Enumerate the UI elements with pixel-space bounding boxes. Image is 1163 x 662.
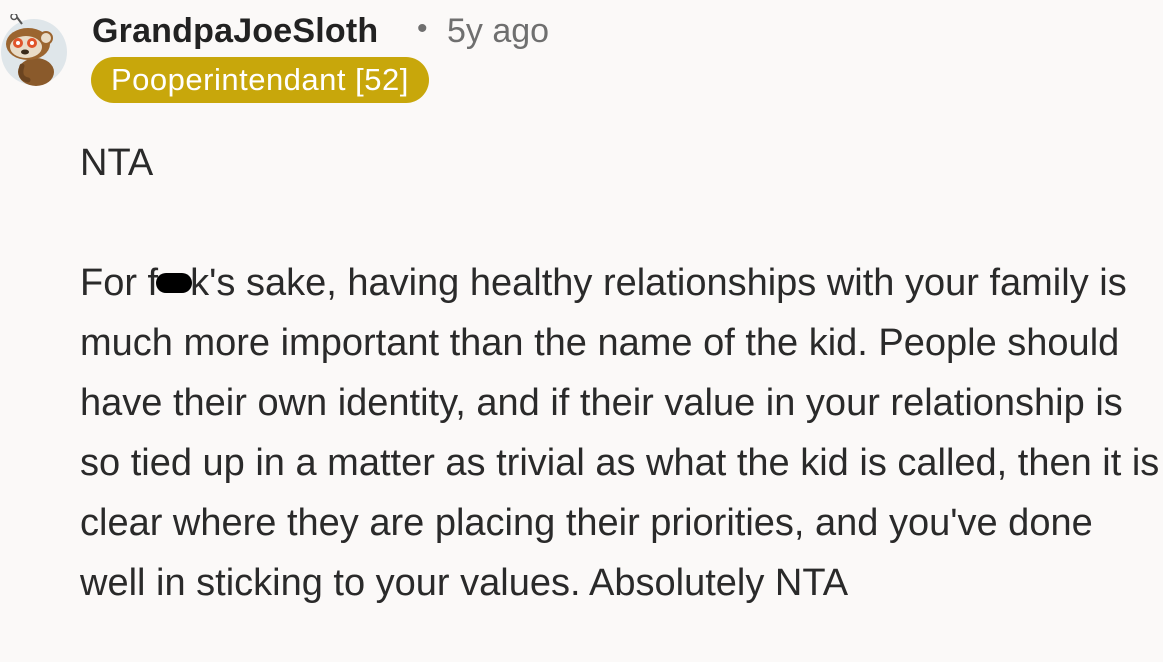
author-username[interactable]: GrandpaJoeSloth xyxy=(92,12,378,51)
sloth-avatar-icon xyxy=(1,12,67,86)
comment-paragraph: For f k's sake, having healthy relationsh… xyxy=(80,253,1160,613)
comment-paragraph: NTA xyxy=(80,142,154,184)
avatar[interactable] xyxy=(0,12,68,86)
comment-timestamp[interactable]: 5y ago xyxy=(447,12,549,51)
user-flair-badge: Pooperintendant [52] xyxy=(91,57,429,103)
comment: GrandpaJoeSloth • 5y ago Pooperintendant… xyxy=(0,0,1163,662)
comment-text-prefix: For f xyxy=(80,262,159,304)
comment-text-suffix: k's sake, having healthy relationships w… xyxy=(80,262,1160,604)
meta-separator: • xyxy=(417,12,428,45)
censor-bar xyxy=(156,272,193,293)
comment-body: NTA For f k's sake, having healthy relati… xyxy=(80,133,1160,662)
